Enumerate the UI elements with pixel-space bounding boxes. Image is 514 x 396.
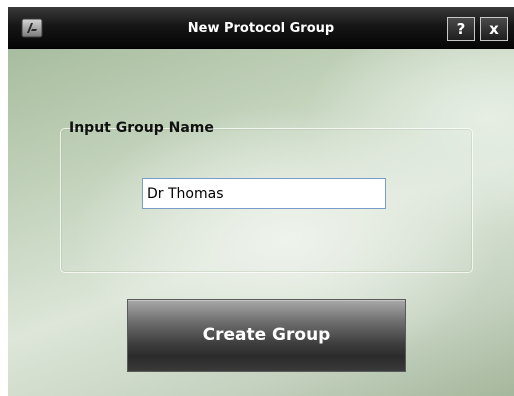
group-name-input[interactable] <box>142 178 386 209</box>
dialog-window: New Protocol Group ? x Input Group Name … <box>8 7 514 396</box>
dialog-body: Input Group Name Create Group <box>8 49 514 396</box>
help-button[interactable]: ? <box>447 17 475 41</box>
group-name-label: Input Group Name <box>69 120 214 136</box>
title-bar: New Protocol Group ? x <box>8 7 514 49</box>
create-group-button[interactable]: Create Group <box>127 299 406 372</box>
window-title: New Protocol Group <box>187 21 335 36</box>
close-button[interactable]: x <box>480 17 508 41</box>
